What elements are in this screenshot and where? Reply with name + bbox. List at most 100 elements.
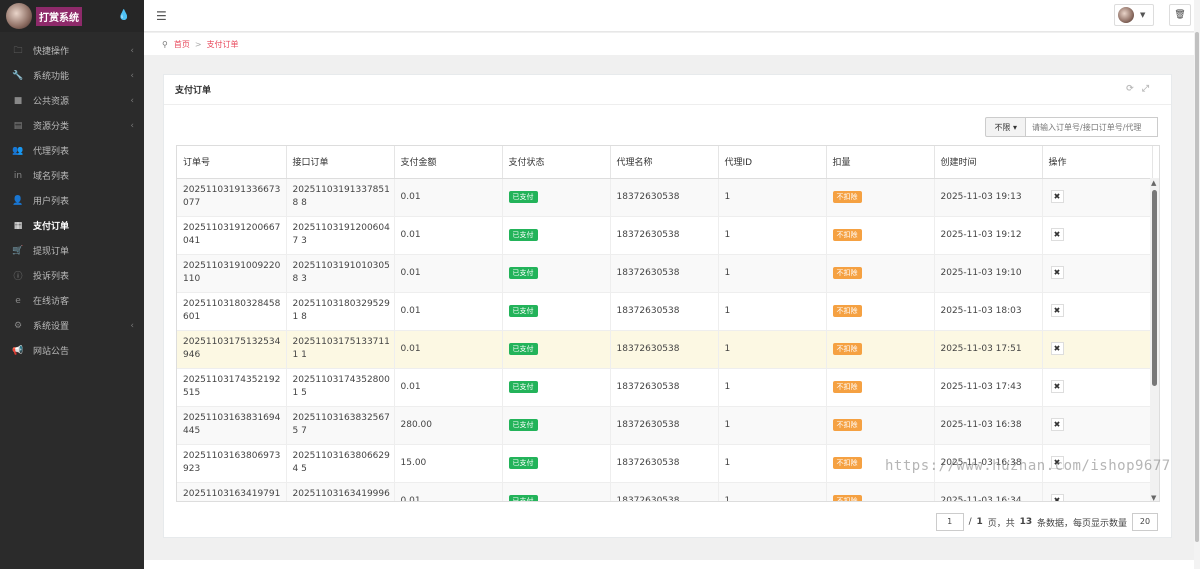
column-header[interactable]: 操作 — [1042, 146, 1153, 179]
table-row[interactable]: 2025110316341979112025110316341999640.01… — [177, 482, 1153, 501]
scroll-up-icon[interactable]: ▲ — [1151, 179, 1156, 187]
table-row[interactable]: 20251103191336673077 202511031913378518 8… — [177, 178, 1153, 217]
table-cell: 20251103191336673077 — [177, 178, 287, 217]
delete-button[interactable]: ✖ — [1050, 304, 1064, 317]
table-cell: 1 — [718, 216, 827, 255]
table-cell: 2025-11-03 17:43 — [934, 368, 1043, 407]
table-cell: 20251103174352192515 — [177, 368, 287, 407]
column-header[interactable]: 支付金额 — [394, 146, 503, 179]
breadcrumb-current[interactable]: 支付订单 — [207, 39, 239, 50]
sidebar-item[interactable]: 📢 网站公告 — [0, 338, 144, 363]
sidebar-item[interactable]: ⚙ 系统设置 ‹ — [0, 313, 144, 338]
table-row[interactable]: 20251103191200667041 202511031912006047 3… — [177, 216, 1153, 255]
sidebar-item[interactable]: in 域名列表 — [0, 163, 144, 188]
breadcrumb-separator: > — [194, 39, 202, 49]
sidebar-item[interactable]: 🗀 快捷操作 ‹ — [0, 38, 144, 63]
table-cell: ✖ — [1042, 254, 1153, 293]
column-header[interactable]: 创建时间 — [934, 146, 1043, 179]
delete-button[interactable]: ✖ — [1050, 494, 1064, 501]
table-cell: 已支付 — [502, 330, 611, 369]
search-input[interactable] — [1026, 117, 1158, 137]
bullhorn-icon: 📢 — [12, 345, 24, 356]
table-row[interactable]: 20251103180328458601 202511031803295291 8… — [177, 292, 1153, 331]
chevron-left-icon: ‹ — [130, 320, 134, 331]
scrollbar-thumb[interactable] — [1152, 190, 1157, 386]
breadcrumb-home-link[interactable]: 首页 — [174, 39, 190, 50]
sidebar-item[interactable]: ■ 公共资源 ‹ — [0, 88, 144, 113]
linkedin-icon: in — [13, 170, 23, 181]
deduct-badge: 不扣除 — [832, 228, 862, 241]
map-marker-icon: ⚲ — [162, 39, 168, 49]
column-header[interactable]: 代理名称 — [610, 146, 719, 179]
sidebar: 打赏系统 💧 🗀 快捷操作 ‹ 🔧 系统功能 ‹ ■ 公共资源 ‹ ▤ 资源分类 ‹ 👥 代理列表 in 域名… — [0, 0, 144, 569]
table-cell: ✖ — [1042, 216, 1153, 255]
close-icon: ✖ — [1053, 382, 1061, 391]
delete-button[interactable]: ✖ — [1050, 266, 1064, 279]
column-header[interactable]: 订单号 — [177, 146, 287, 179]
column-header[interactable]: 扣量 — [826, 146, 935, 179]
sidebar-menu: 🗀 快捷操作 ‹ 🔧 系统功能 ‹ ■ 公共资源 ‹ ▤ 资源分类 ‹ 👥 代理列表 in 域名列表 👤 用户列表… — [0, 32, 144, 363]
sidebar-item[interactable]: 👥 代理列表 — [0, 138, 144, 163]
caret-down-icon: ▼ — [1140, 11, 1146, 19]
sidebar-item[interactable]: 👤 用户列表 — [0, 188, 144, 213]
sidebar-item[interactable]: e 在线访客 — [0, 288, 144, 313]
table-cell: 不扣除 — [826, 368, 935, 407]
sidebar-item[interactable]: ▦ 支付订单 — [0, 213, 144, 238]
page-size-input[interactable]: 20 — [1132, 513, 1158, 531]
user-menu-button[interactable]: ▼ — [1114, 4, 1154, 26]
filter-bar: 不限 ▾ — [985, 117, 1158, 137]
table-cell: 不扣除 — [826, 292, 935, 331]
page-scrollbar-thumb[interactable] — [1195, 32, 1199, 542]
scroll-down-icon[interactable]: ▼ — [1151, 494, 1156, 501]
video-icon: ■ — [13, 95, 23, 106]
fullscreen-icon[interactable]: ⤢ — [1142, 84, 1157, 94]
brand-title: 打赏系统 — [36, 6, 82, 26]
table-cell: 不扣除 — [826, 330, 935, 369]
table-row[interactable]: 20251103175132534946 202511031751337111 1… — [177, 330, 1153, 369]
delete-button[interactable]: ✖ — [1050, 380, 1064, 393]
pager-total-count: 13 — [1019, 517, 1033, 527]
table-cell: 已支付 — [502, 178, 611, 217]
column-header[interactable]: 接口订单 — [286, 146, 395, 179]
delete-button[interactable]: ✖ — [1050, 418, 1064, 431]
table-cell: 20251103163806973923 — [177, 444, 287, 483]
table-cell: 不扣除 — [826, 178, 935, 217]
hamburger-menu-icon[interactable]: ☰ — [156, 9, 167, 23]
table-cell: 1 — [718, 330, 827, 369]
column-header[interactable]: 代理ID — [718, 146, 827, 179]
status-badge: 已支付 — [508, 304, 538, 317]
sidebar-item[interactable]: ▤ 资源分类 ‹ — [0, 113, 144, 138]
table-cell: 202511031743528001 5 — [286, 368, 395, 407]
delete-button[interactable]: ✖ — [1050, 228, 1064, 241]
drop-icon[interactable]: 💧 — [118, 10, 130, 21]
footer — [144, 560, 1194, 569]
page-number-input[interactable]: 1 — [935, 513, 964, 531]
table-cell: 0.01 — [394, 254, 503, 293]
table-cell: 18372630538 — [610, 216, 719, 255]
trash-button[interactable]: 🗑 — [1169, 4, 1191, 26]
chevron-left-icon: ‹ — [130, 120, 134, 131]
table-cell: 已支付 — [502, 254, 611, 293]
table-row[interactable]: 20251103191009220110 202511031910103058 3… — [177, 254, 1153, 293]
sidebar-item[interactable]: 🛒 提现订单 — [0, 238, 144, 263]
table-row[interactable]: 20251103163831694445 202511031638325675 7… — [177, 406, 1153, 445]
table-scrollbar[interactable]: ▲ ▼ — [1150, 178, 1159, 501]
sidebar-item-label: 系统功能 — [33, 72, 70, 82]
refresh-icon[interactable]: ⟳ — [1126, 84, 1142, 94]
sidebar-item[interactable]: ⓘ 投诉列表 — [0, 263, 144, 288]
delete-button[interactable]: ✖ — [1050, 342, 1064, 355]
filter-select[interactable]: 不限 ▾ — [985, 117, 1026, 137]
deduct-badge: 不扣除 — [832, 456, 862, 469]
table-cell: 2025-11-03 19:13 — [934, 178, 1043, 217]
table-cell: 20251103163831694445 — [177, 406, 287, 445]
delete-button[interactable]: ✖ — [1050, 190, 1064, 203]
page-scrollbar[interactable] — [1194, 0, 1200, 569]
user-icon: 👤 — [12, 195, 24, 206]
table-row[interactable]: 20251103174352192515 202511031743528001 5… — [177, 368, 1153, 407]
sidebar-item[interactable]: 🔧 系统功能 ‹ — [0, 63, 144, 88]
status-badge: 已支付 — [508, 266, 538, 279]
table-cell: 280.00 — [394, 406, 503, 445]
column-header[interactable]: 支付状态 — [502, 146, 611, 179]
deduct-badge: 不扣除 — [832, 494, 862, 501]
table-cell: ✖ — [1042, 482, 1153, 501]
